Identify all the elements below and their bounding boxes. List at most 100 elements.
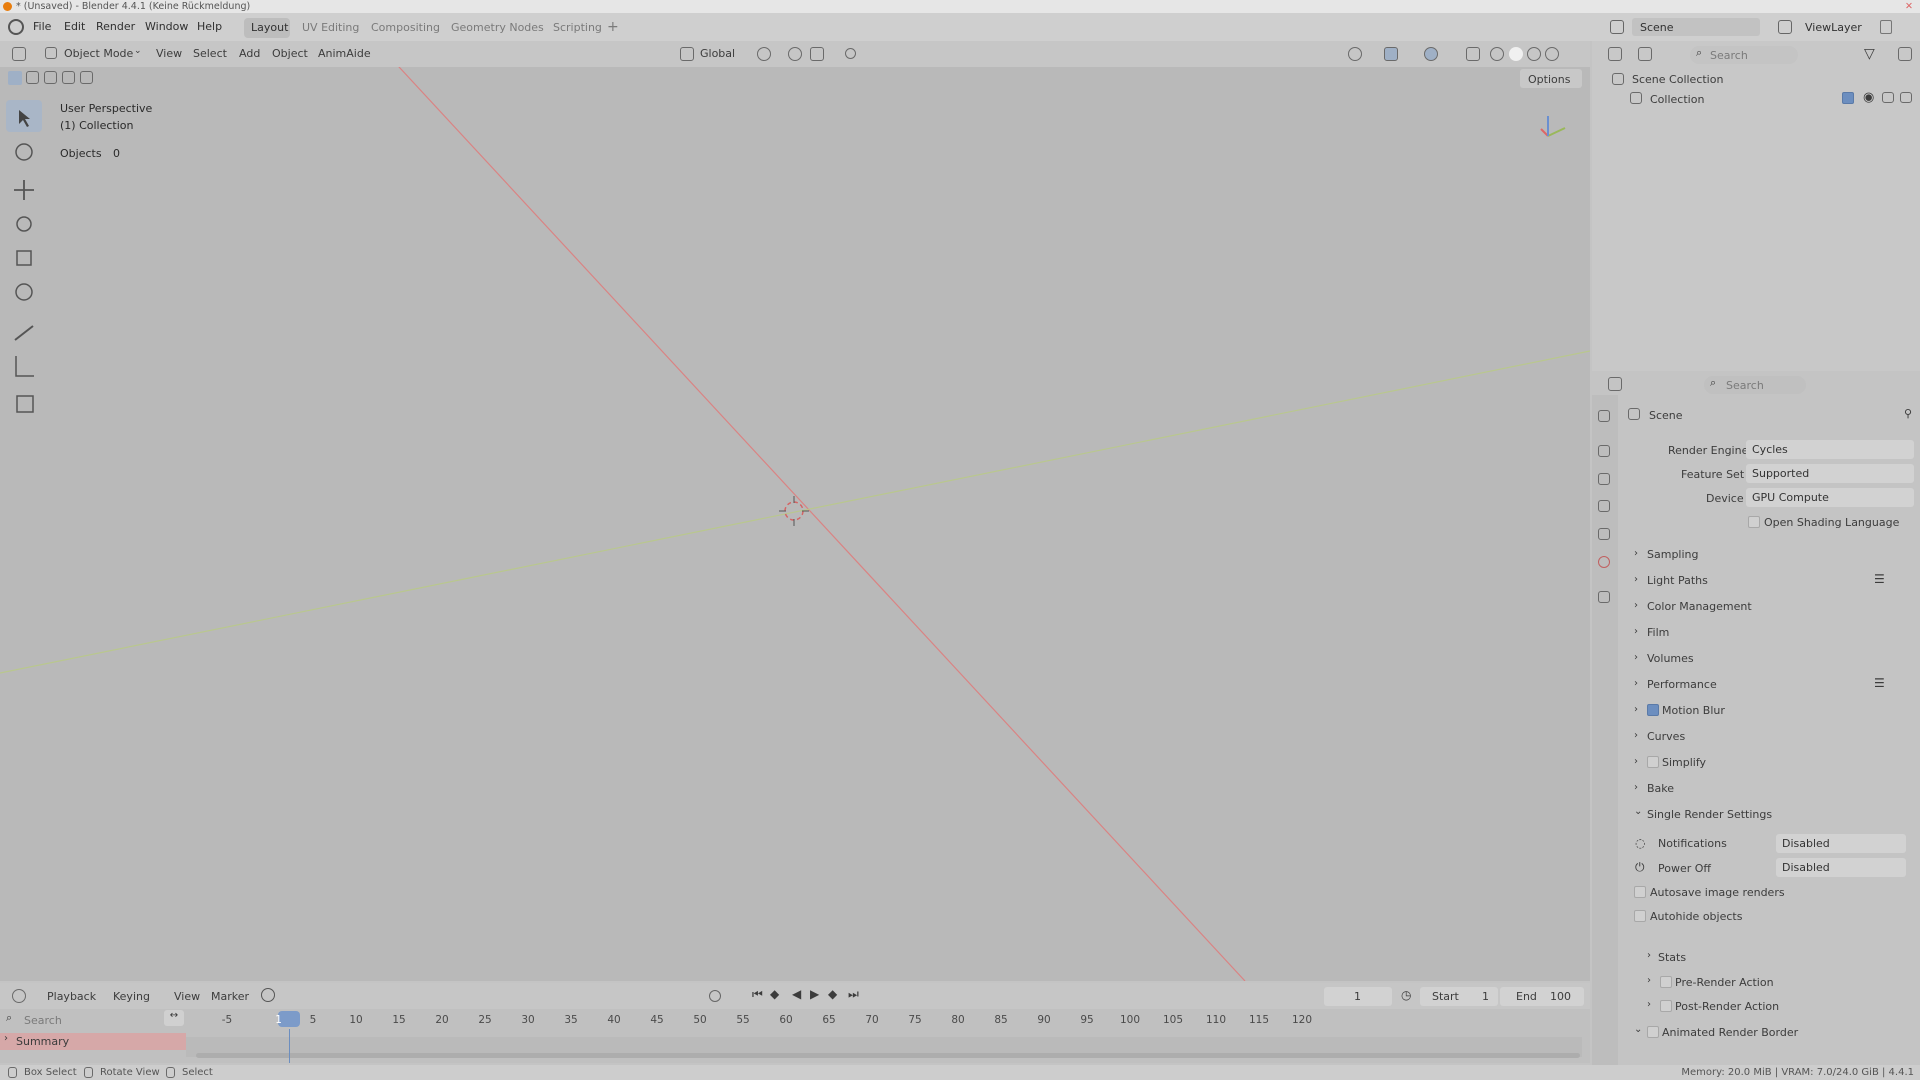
menu-file[interactable]: File: [33, 16, 51, 38]
next-keyframe-icon[interactable]: ◆: [828, 987, 837, 1001]
feature-set-dropdown[interactable]: Supported: [1746, 464, 1914, 483]
select-mode-extend-icon[interactable]: [26, 71, 39, 84]
collection-tab-icon[interactable]: [1598, 591, 1610, 603]
scene-tab-icon[interactable]: [1598, 528, 1610, 540]
properties-editor-type-icon[interactable]: [1608, 377, 1622, 391]
play-reverse-icon[interactable]: ◀: [792, 987, 801, 1001]
render-camera-icon[interactable]: [1900, 92, 1912, 103]
proportional-edit-icon[interactable]: [845, 48, 856, 59]
viewport-disable-icon[interactable]: [1882, 92, 1894, 103]
list-icon[interactable]: ☰: [1874, 572, 1885, 586]
timeline-menu-playback[interactable]: Playback: [47, 990, 96, 1003]
window-close-button[interactable]: ✕: [1898, 0, 1920, 13]
editor-type-icon[interactable]: [12, 47, 26, 61]
world-tab-icon[interactable]: [1598, 556, 1610, 568]
current-frame-value[interactable]: 1: [1354, 990, 1361, 1003]
panel-animated-render-border[interactable]: Animated Render Border: [1662, 1026, 1798, 1039]
viewport-menu-add[interactable]: Add: [239, 47, 260, 60]
outliner-editor-type-icon[interactable]: [1608, 47, 1622, 61]
object-mode-icon[interactable]: [45, 47, 57, 59]
scene-name[interactable]: Scene: [1640, 17, 1674, 39]
post-render-checkbox[interactable]: [1660, 1000, 1672, 1012]
osl-label[interactable]: Open Shading Language: [1764, 516, 1899, 529]
panel-sampling[interactable]: Sampling: [1647, 548, 1699, 561]
jump-end-icon[interactable]: ⏭: [848, 987, 859, 1002]
viewport-menu-select[interactable]: Select: [193, 47, 227, 60]
output-tab-icon[interactable]: [1598, 473, 1610, 485]
stopwatch-icon[interactable]: ◷: [1401, 988, 1411, 1002]
viewport-menu-view[interactable]: View: [156, 47, 182, 60]
panel-curves[interactable]: Curves: [1647, 730, 1685, 743]
panel-light-paths[interactable]: Light Paths: [1647, 574, 1708, 587]
viewport-menu-object[interactable]: Object: [272, 47, 308, 60]
poweroff-dropdown[interactable]: Disabled: [1776, 858, 1906, 877]
rendered-shading-icon[interactable]: [1545, 47, 1559, 61]
tab-uv-editing[interactable]: UV Editing: [302, 17, 359, 39]
select-mode-new-icon[interactable]: [8, 71, 22, 85]
panel-motion-blur[interactable]: Motion Blur: [1662, 704, 1725, 717]
motion-blur-checkbox[interactable]: [1647, 704, 1659, 716]
subpanel-pre-render-action[interactable]: Pre-Render Action: [1675, 976, 1774, 989]
snap-target-icon[interactable]: [810, 47, 824, 61]
panel-bake[interactable]: Bake: [1647, 782, 1674, 795]
viewport-menu-animaide[interactable]: AnimAide: [318, 47, 371, 60]
timeline-editor-type-icon[interactable]: [12, 989, 26, 1003]
select-mode-intersect-icon[interactable]: [80, 71, 93, 84]
animated-border-checkbox[interactable]: [1647, 1026, 1659, 1038]
tab-scripting[interactable]: Scripting: [553, 17, 602, 39]
play-icon[interactable]: ▶: [810, 987, 819, 1001]
autohide-checkbox[interactable]: [1634, 910, 1646, 922]
subpanel-post-render-action[interactable]: Post-Render Action: [1675, 1000, 1779, 1013]
view-layer-tab-icon[interactable]: [1598, 500, 1610, 512]
material-shading-icon[interactable]: [1527, 47, 1541, 61]
pivot-icon[interactable]: [757, 47, 771, 61]
panel-performance[interactable]: Performance: [1647, 678, 1717, 691]
tab-geometry-nodes[interactable]: Geometry Nodes: [451, 17, 544, 39]
display-mode-icon[interactable]: [1638, 47, 1652, 61]
new-viewlayer-icon[interactable]: [1880, 20, 1892, 34]
pin-icon[interactable]: ⚲: [1904, 407, 1912, 420]
navigation-gizmo[interactable]: [1540, 116, 1566, 137]
prev-keyframe-icon[interactable]: ◆: [770, 987, 779, 1001]
select-mode-invert-icon[interactable]: [62, 71, 75, 84]
outliner-collection[interactable]: Collection: [1650, 93, 1704, 106]
tab-compositing[interactable]: Compositing: [371, 17, 440, 39]
menu-render[interactable]: Render: [96, 16, 135, 38]
add-workspace-button[interactable]: +: [607, 16, 619, 38]
timeline-scrollbar[interactable]: [196, 1053, 1580, 1058]
timeline-menu-marker[interactable]: Marker: [211, 990, 249, 1003]
menu-help[interactable]: Help: [197, 16, 222, 38]
panel-volumes[interactable]: Volumes: [1647, 652, 1694, 665]
autosave-checkbox[interactable]: [1634, 886, 1646, 898]
list-icon[interactable]: ☰: [1874, 676, 1885, 690]
exclude-checkbox[interactable]: [1842, 92, 1854, 104]
viewlayer-selector-icon[interactable]: [1778, 20, 1792, 34]
record-icon[interactable]: [709, 990, 721, 1002]
autosave-label[interactable]: Autosave image renders: [1650, 886, 1785, 899]
snap-icon[interactable]: [788, 47, 802, 61]
new-collection-icon[interactable]: [1898, 47, 1912, 61]
autohide-label[interactable]: Autohide objects: [1650, 910, 1742, 923]
tab-layout-label[interactable]: Layout: [251, 17, 288, 39]
select-mode-subtract-icon[interactable]: [44, 71, 57, 84]
notifications-dropdown[interactable]: Disabled: [1776, 834, 1906, 853]
menu-window[interactable]: Window: [145, 16, 188, 38]
panel-color-management[interactable]: Color Management: [1647, 600, 1752, 613]
subpanel-stats[interactable]: Stats: [1658, 951, 1686, 964]
end-frame-field[interactable]: [1500, 987, 1584, 1006]
transform-orientation-dropdown[interactable]: Global: [700, 47, 735, 60]
render-tab-icon[interactable]: [1598, 445, 1610, 457]
panel-simplify[interactable]: Simplify: [1662, 756, 1706, 769]
overlay-icon[interactable]: [1424, 47, 1438, 61]
orientation-icon[interactable]: [680, 47, 694, 61]
menu-edit[interactable]: Edit: [64, 16, 85, 38]
solid-shading-icon[interactable]: [1509, 47, 1523, 61]
options-label[interactable]: Options: [1528, 73, 1570, 86]
filter-icon[interactable]: ▽: [1864, 46, 1875, 62]
timeline-search-placeholder[interactable]: Search: [24, 1014, 62, 1027]
blender-menu-icon[interactable]: [8, 19, 24, 35]
panel-film[interactable]: Film: [1647, 626, 1669, 639]
visibility-icon[interactable]: [1348, 47, 1362, 61]
tool-tab-icon[interactable]: [1598, 410, 1610, 422]
wireframe-shading-icon[interactable]: [1490, 47, 1504, 61]
